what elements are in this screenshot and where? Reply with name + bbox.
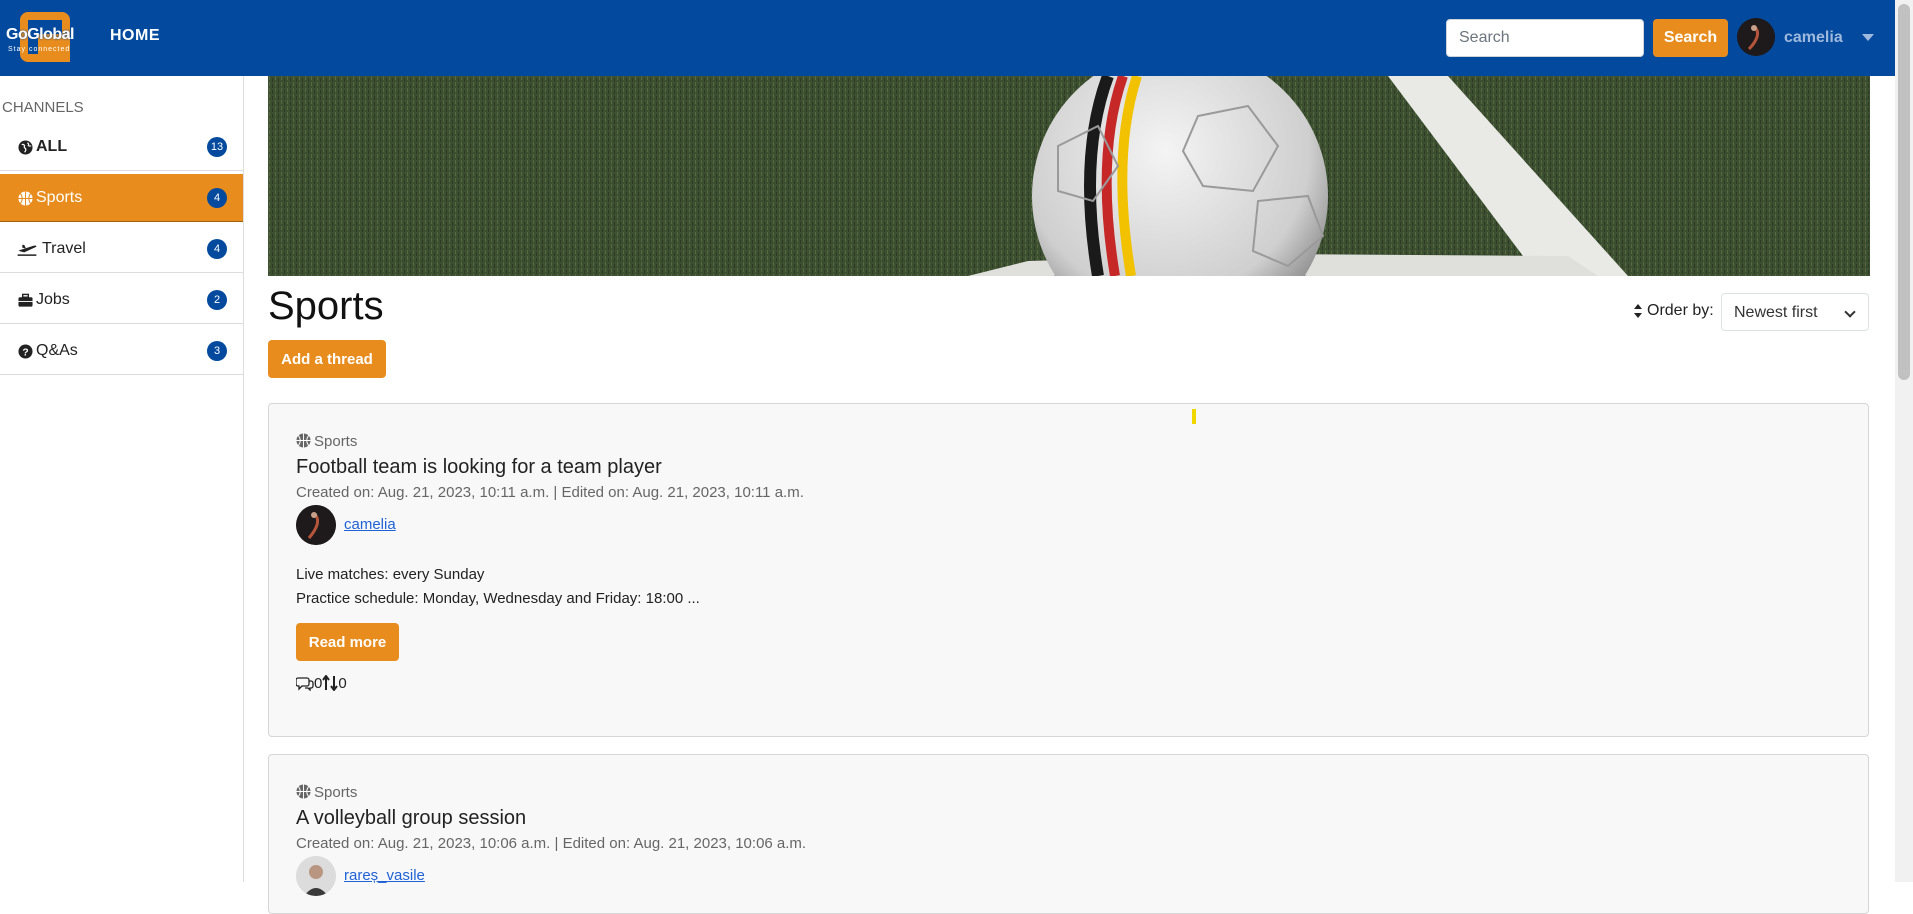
channel-count-badge: 13 — [207, 137, 227, 157]
briefcase-icon — [18, 293, 33, 307]
channel-count-badge: 4 — [207, 239, 227, 259]
thread-channel: Sports — [296, 433, 357, 450]
channels-sidebar: CHANNELS ALL 13 Sports 4 Travel 4 Jobs 2… — [0, 76, 244, 882]
read-more-button[interactable]: Read more — [296, 623, 399, 661]
channel-count-badge: 3 — [207, 341, 227, 361]
sidebar-item-label: ALL — [36, 138, 68, 155]
plane-icon — [17, 244, 37, 256]
sidebar-item-label: Q&As — [36, 342, 78, 359]
thread-card: Sports A volleyball group session Create… — [268, 754, 1869, 914]
thread-stats: 00 — [295, 674, 347, 692]
page-title: Sports — [268, 284, 384, 328]
thread-channel-label: Sports — [314, 784, 358, 801]
author-link[interactable]: rareș_vasile — [344, 867, 425, 884]
thread-card: Sports Football team is looking for a te… — [268, 403, 1869, 737]
thread-body-line: Practice schedule: Monday, Wednesday and… — [296, 590, 700, 607]
thread-body: Live matches: every Sunday Practice sche… — [296, 563, 700, 611]
highlight-marker — [1192, 409, 1196, 424]
sidebar-item-label: Jobs — [36, 291, 70, 308]
search-button[interactable]: Search — [1653, 19, 1728, 57]
basketball-icon — [18, 191, 33, 206]
channel-banner-image — [268, 76, 1870, 276]
goglobal-logo[interactable]: GoGlobal Stay connected — [6, 12, 86, 64]
question-circle-icon: ? — [18, 344, 33, 359]
user-menu-caret-icon[interactable] — [1862, 34, 1874, 41]
channels-heading: CHANNELS — [2, 99, 84, 116]
vote-count: 0 — [338, 675, 347, 692]
user-avatar[interactable] — [1737, 18, 1775, 56]
sidebar-item-all[interactable]: ALL 13 — [0, 123, 243, 171]
thread-title[interactable]: Football team is looking for a team play… — [296, 456, 662, 479]
nav-home-link[interactable]: HOME — [110, 27, 160, 45]
author-link[interactable]: camelia — [344, 516, 396, 533]
sidebar-item-sports[interactable]: Sports 4 — [0, 174, 243, 222]
thread-body-line: Live matches: every Sunday — [296, 566, 485, 583]
order-by-value: Newest first — [1734, 304, 1818, 321]
logo-text: GoGlobal — [6, 26, 75, 43]
thread-channel: Sports — [296, 784, 357, 801]
basketball-icon — [296, 784, 311, 799]
order-by-label: Order by: — [1647, 302, 1714, 319]
top-navbar: GoGlobal Stay connected HOME Search came… — [0, 0, 1913, 76]
svg-text:?: ? — [22, 347, 28, 358]
comment-count: 0 — [314, 675, 323, 692]
sidebar-item-qas[interactable]: ? Q&As 3 — [0, 327, 243, 375]
sidebar-item-label: Sports — [36, 189, 83, 206]
sort-icon — [1634, 304, 1642, 318]
thread-meta: Created on: Aug. 21, 2023, 10:11 a.m. | … — [296, 484, 804, 501]
votes-icon — [322, 674, 339, 692]
add-thread-button[interactable]: Add a thread — [268, 340, 386, 378]
scrollbar-thumb[interactable] — [1898, 4, 1910, 380]
search-input[interactable] — [1446, 19, 1644, 57]
thread-title[interactable]: A volleyball group session — [296, 807, 526, 830]
globe-icon — [18, 140, 33, 155]
comments-icon — [295, 677, 314, 692]
thread-channel-label: Sports — [314, 433, 358, 450]
sidebar-item-travel[interactable]: Travel 4 — [0, 225, 243, 273]
basketball-icon — [296, 433, 311, 448]
chevron-down-icon — [1844, 306, 1856, 318]
page-scrollbar[interactable] — [1895, 0, 1913, 882]
logo-tagline: Stay connected — [8, 46, 71, 53]
sidebar-item-jobs[interactable]: Jobs 2 — [0, 276, 243, 324]
thread-meta: Created on: Aug. 21, 2023, 10:06 a.m. | … — [296, 835, 807, 852]
channel-count-badge: 4 — [207, 188, 227, 208]
author-avatar — [296, 856, 336, 896]
channel-count-badge: 2 — [207, 290, 227, 310]
sidebar-item-label: Travel — [42, 240, 86, 257]
author-avatar — [296, 505, 336, 545]
order-by-select[interactable]: Newest first — [1721, 293, 1869, 331]
user-name[interactable]: camelia — [1784, 29, 1843, 47]
